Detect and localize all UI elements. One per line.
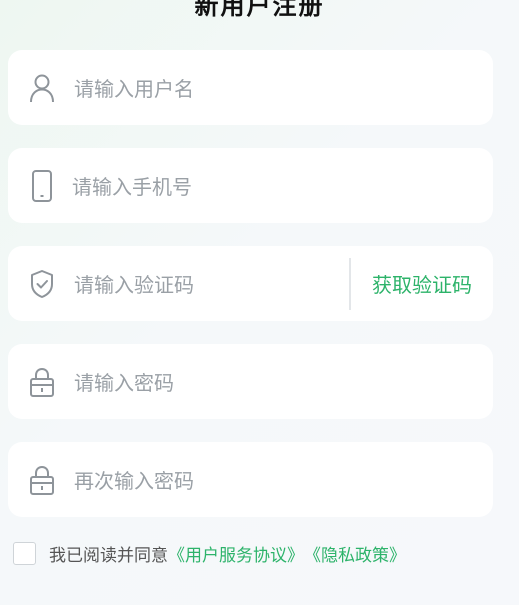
password-field[interactable]: 请输入密码 <box>8 344 493 419</box>
verification-code-field[interactable]: 请输入验证码 获取验证码 <box>8 246 493 321</box>
phone-icon <box>29 169 55 202</box>
get-code-button[interactable]: 获取验证码 <box>351 269 493 298</box>
lock-icon <box>29 465 55 495</box>
shield-check-icon <box>29 269 55 299</box>
user-agreement-link[interactable]: 《用户服务协议》 <box>168 541 304 566</box>
phone-field[interactable]: 请输入手机号 <box>8 148 493 223</box>
phone-input[interactable]: 请输入手机号 <box>72 171 493 200</box>
agreement-text: 我已阅读并同意 <box>49 546 168 566</box>
user-icon <box>29 73 55 103</box>
username-input[interactable]: 请输入用户名 <box>74 73 493 102</box>
lock-icon <box>29 367 55 397</box>
privacy-policy-link[interactable]: 《隐私政策》 <box>304 541 406 566</box>
page-title: 新用户注册 <box>194 0 325 20</box>
password-input[interactable]: 请输入密码 <box>74 367 493 396</box>
confirm-password-field[interactable]: 再次输入密码 <box>8 442 493 517</box>
agreement-row: 我已阅读并同意 《用户服务协议》 《隐私政策》 <box>13 541 406 566</box>
username-field[interactable]: 请输入用户名 <box>8 50 493 125</box>
agreement-checkbox[interactable] <box>13 542 36 565</box>
verification-code-input[interactable]: 请输入验证码 <box>74 269 349 298</box>
confirm-password-input[interactable]: 再次输入密码 <box>74 465 493 494</box>
